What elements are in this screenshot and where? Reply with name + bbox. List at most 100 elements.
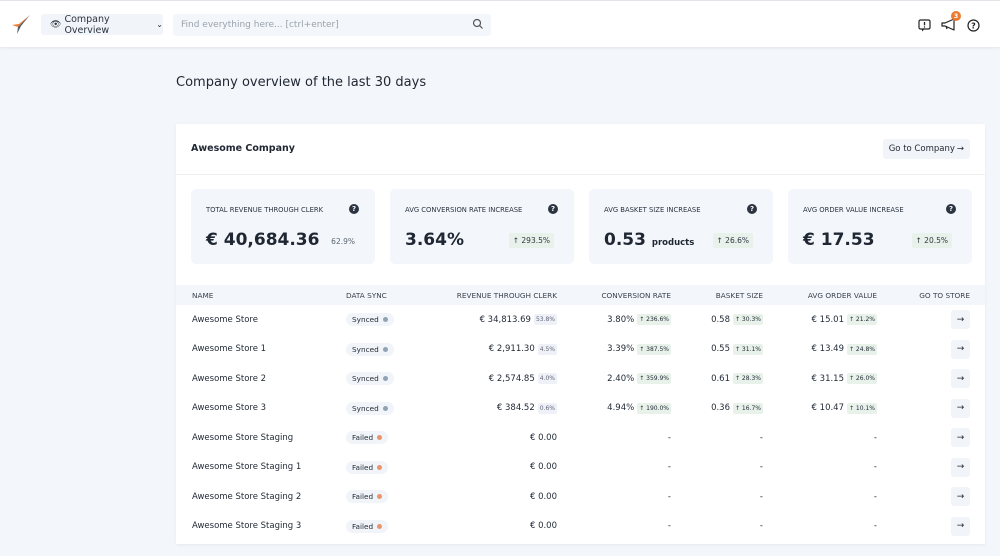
basket-size: - [759,432,763,443]
revenue: € 0.00 [529,432,557,443]
feedback-icon[interactable] [918,19,931,32]
go-to-store-button[interactable]: → [951,339,970,359]
sync-status: Synced [352,403,379,413]
kpi-label: TOTAL REVENUE THROUGH CLERK [206,206,324,214]
divider [176,174,985,175]
basket-change: ↑ 30.3% [733,314,763,326]
conversion-rate: - [667,462,671,473]
sync-status-badge: Synced [346,401,394,415]
sync-status: Synced [352,344,379,354]
kpi-value-text: 3.64% [405,230,464,250]
aov-change: ↑ 21.2% [847,314,877,326]
status-dot-icon [377,464,383,470]
kpi-change: ↑ 293.5% [508,233,554,248]
go-to-store-button[interactable]: → [951,428,970,448]
table-row: Awesome Store Staging 3 Failed € 0.00 - … [176,512,985,542]
arrow-right-icon: → [956,491,965,502]
column-header: DATA SYNC [346,290,387,300]
revenue: € 384.52 [496,403,535,414]
aov-change: ↑ 24.8% [847,343,877,355]
status-dot-icon [382,346,388,352]
column-header: BASKET SIZE [715,290,763,300]
go-to-store-button[interactable]: → [951,487,970,507]
column-header: CONVERSION RATE [601,290,671,300]
help-icon[interactable]: ? [946,204,956,214]
column-header: GO TO STORE [919,290,970,300]
avg-order-value: - [873,462,877,473]
kpi-change: ↑ 26.6% [712,233,753,248]
help-icon[interactable]: ? [747,204,757,214]
arrow-right-icon: → [956,373,965,384]
basket-size: - [759,521,763,532]
sync-status: Synced [352,374,379,384]
revenue-share: 4.0% [537,373,557,385]
table-row: Awesome Store Staging 2 Failed € 0.00 - … [176,482,985,512]
kpi-label: AVG CONVERSION RATE INCREASE [405,206,523,214]
status-dot-icon [377,435,383,441]
kpi-value: € 17.53 [803,230,875,250]
help-icon[interactable]: ? [349,204,359,214]
conversion-rate: - [667,521,671,532]
go-to-store-button[interactable]: → [951,310,970,330]
basket-size: 0.36 [711,403,730,414]
conversion-rate: 3.39% [607,344,635,355]
kpi-card: AVG CONVERSION RATE INCREASE ? 3.64% ↑ 2… [390,189,574,264]
kpi-value: € 40,684.36 [206,230,319,250]
help-icon[interactable]: ? [967,19,980,32]
kpi-label: AVG ORDER VALUE INCREASE [803,206,904,214]
kpi-change: 62.9% [331,237,355,246]
basket-size: - [759,462,763,473]
arrow-right-icon: → [956,144,964,154]
logo-icon[interactable] [10,14,32,36]
kpi-value-text: € 40,684.36 [206,230,320,250]
company-overview-dropdown[interactable]: 👁 Company Overview ⌄ [41,13,163,36]
avg-order-value: € 13.49 [811,344,844,355]
go-to-store-button[interactable]: → [951,369,970,389]
help-icon[interactable]: ? [548,204,558,214]
sync-status-badge: Failed [346,460,389,474]
status-dot-icon [382,376,388,382]
basket-change: ↑ 28.3% [733,373,763,385]
status-dot-icon [377,494,383,500]
avg-order-value: € 31.15 [811,373,844,384]
arrow-right-icon: → [956,314,965,325]
go-to-store-button[interactable]: → [951,516,970,536]
search-input[interactable]: Find everything here... [ctrl+enter] [173,14,491,36]
arrow-right-icon: → [956,432,965,443]
sync-status-badge: Failed [346,490,389,504]
basket-change: ↑ 31.1% [733,343,763,355]
kpi-card: TOTAL REVENUE THROUGH CLERK ? € 40,684.3… [191,189,375,264]
basket-size: 0.61 [711,373,730,384]
conversion-rate: 2.40% [607,373,635,384]
table-row: Awesome Store Staging 1 Failed € 0.00 - … [176,453,985,483]
announcements-button[interactable]: 3 [941,11,961,35]
revenue: € 34,813.69 [479,314,531,325]
kpi-value: 0.53 products [604,230,694,250]
arrow-right-icon: → [956,403,965,414]
kpi-value-text: 0.53 [604,230,646,250]
table-row: Awesome Store Synced € 34,813.69 53.8% 3.… [176,305,985,335]
table-row: Awesome Store 2 Synced € 2,574.85 4.0% 2.… [176,364,985,394]
arrow-right-icon: → [956,521,965,532]
go-to-company-button[interactable]: Go to Company → [882,139,970,159]
dropdown-label: Company Overview [64,13,110,36]
conversion-rate: 4.94% [607,403,635,414]
revenue: € 2,911.30 [488,344,535,355]
status-dot-icon [382,317,388,323]
company-card: Awesome Company Go to Company → TOTAL REV… [176,124,985,544]
arrow-right-icon: → [956,344,965,355]
conversion-rate: 3.80% [607,314,635,325]
store-name: Awesome Store Staging 3 [192,521,302,532]
revenue: € 0.00 [529,462,557,473]
sync-status-badge: Synced [346,313,394,327]
page-title: Company overview of the last 30 days [176,75,427,90]
search-icon[interactable] [472,18,484,30]
go-to-company-label: Go to Company [888,144,955,154]
revenue-share: 53.8% [533,314,557,326]
go-to-store-button[interactable]: → [951,398,970,418]
sync-status: Failed [352,433,374,443]
conversion-change: ↑ 359.9% [637,373,671,385]
kpi-value-text: € 17.53 [803,230,875,250]
go-to-store-button[interactable]: → [951,457,970,477]
kpi-label: AVG BASKET SIZE INCREASE [604,206,701,214]
